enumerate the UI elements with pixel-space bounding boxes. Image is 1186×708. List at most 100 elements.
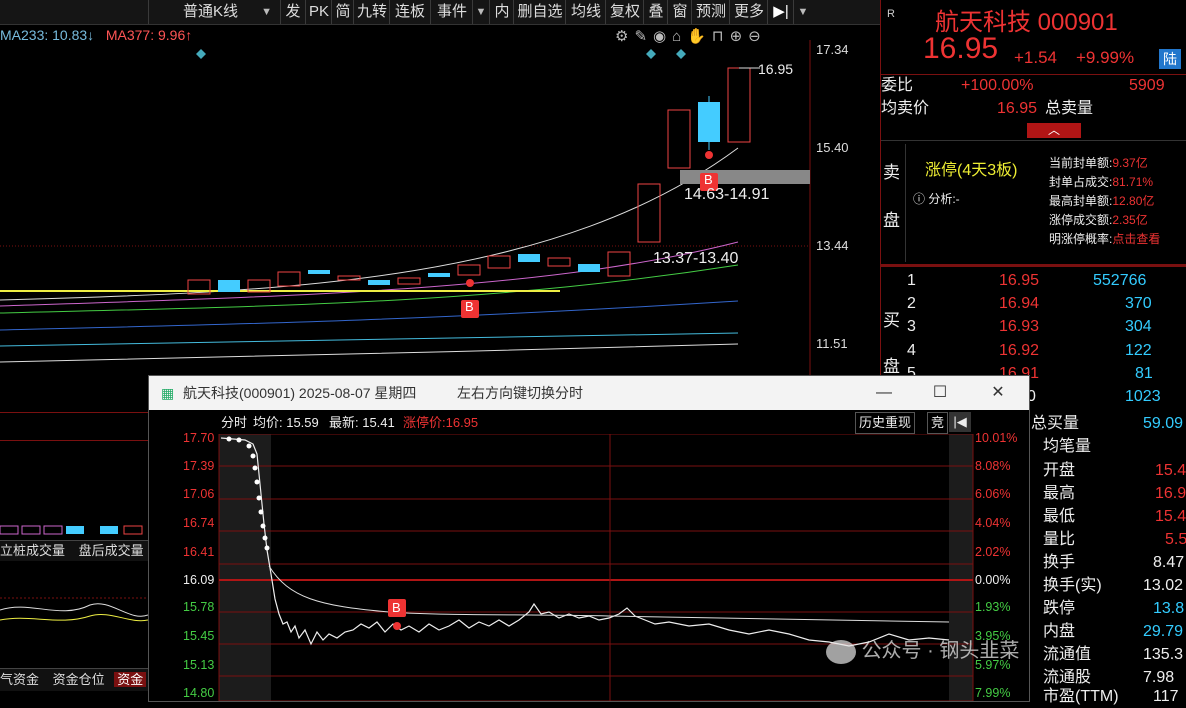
kline-chart[interactable] [0,40,880,375]
stat-label: 最低 [1043,508,1076,525]
volume-bars [0,525,143,535]
toolbar-btn-die[interactable]: 叠 [643,0,668,24]
tab-fund-position[interactable]: 资金仓位 [53,672,105,687]
diamond-marker [196,49,206,59]
avg-line [268,565,950,623]
limit-price-label: 涨停价:16.95 [403,415,479,430]
seal-stat-link[interactable]: 点击查看 [1112,232,1160,246]
stat-label: 总买量 [1031,415,1080,432]
toolbar-btn-fa[interactable]: 发 [280,0,305,24]
toolbar-btn-yuce[interactable]: 预测 [691,0,730,24]
minimize-icon[interactable]: — [861,376,907,410]
chevron-down-icon[interactable]: ▼ [472,0,489,24]
fenshi-label: 分时 [221,415,248,430]
stat-label: 最高 [1043,485,1076,502]
limit-zone-bar [680,170,810,184]
stat-label: 均笔量 [1043,438,1092,455]
intraday-price-axis: 17.70 [183,431,215,445]
ma-line-5 [0,147,739,301]
stock-change-pct: +9.99% [1076,48,1135,67]
lu-badge: 陆 [1159,49,1181,69]
watermark: 公众号 · 钢头韭菜 [826,634,1019,664]
auction-button[interactable]: 竞 [927,412,949,434]
seal-stat-key: 涨停成交额: [1049,213,1113,227]
price-axis-label: 15.40 [816,140,849,155]
toolbar-btn-shijian[interactable]: 事件 [430,0,473,24]
intraday-price-axis: 15.45 [183,629,215,643]
fund-tabs: 气资金 资金仓位 资金 [0,668,148,691]
toolbar-btn-ma[interactable]: 均线 [565,0,606,24]
toolbar-btn-jian[interactable]: 简 [331,0,354,24]
zone-label-1: 14.63-14.91 [684,186,770,203]
chevron-down-icon: ▼ [261,6,272,18]
stat-label: 流通值 [1043,646,1092,663]
stat-label: 换手(实) [1043,577,1102,594]
intraday-pct-axis: 2.02% [975,545,1011,559]
stat-value: 16.9 [1155,485,1186,502]
toolbar-btn-pk[interactable]: PK [305,0,332,24]
skip-back-icon[interactable]: |◀ [949,412,971,432]
price-axis-label: 11.51 [816,336,848,351]
volume-tabs: 立桩成交量 盘后成交量 [0,540,148,561]
tab-afterhours-volume[interactable]: 盘后成交量 [79,543,144,558]
ma-line-blue [0,300,739,331]
weibi-value: +100.00% [961,77,1034,94]
last-price-label: 最新: 15.41 [329,415,395,430]
stat-label: 市盈(TTM) [1043,688,1119,705]
stat-value: 13.02 [1143,577,1184,594]
history-replay-button[interactable]: 历史重现 [855,412,916,434]
tab-fund-3[interactable]: 资金 [114,672,147,687]
price-axis-label: 17.34 [816,42,849,57]
kline-type-label: 普通K线 [183,3,239,20]
toolbar-btn-delete-watchlist[interactable]: 删自选 [513,0,566,24]
zone-label-2: 13.37-13.40 [653,250,739,267]
chevron-down-icon[interactable]: ▼ [793,0,812,24]
ma-line-green [0,264,739,314]
maximize-icon[interactable]: ☐ [917,376,963,410]
ma-line-white [0,343,739,363]
intraday-pct-axis: 7.99% [975,686,1011,700]
total-ask-label: 总卖量 [1045,100,1094,117]
stat-value: 117 [1153,688,1179,705]
tab-lizhuang-volume[interactable]: 立桩成交量 [0,543,65,558]
stat-value: 135.3 [1143,646,1184,663]
stat-label: 开盘 [1043,462,1076,479]
stat-value: 15.4 [1155,462,1186,479]
high-price-label: 16.95 [758,61,794,77]
intraday-price-axis: 16.41 [183,545,215,559]
collapse-up-icon[interactable]: ︿ [1027,123,1081,138]
app-icon: ▦ [161,385,175,401]
intraday-price-axis: 14.80 [183,686,215,700]
toolbar-btn-jiuzhuan[interactable]: 九转 [353,0,390,24]
stat-value: 8.47 [1153,554,1185,571]
toolbar-btn-lianban[interactable]: 连板 [389,0,430,24]
stat-value: 59.09 [1143,415,1184,432]
intraday-pct-axis: 1.93% [975,600,1011,614]
buy-dot [705,151,713,159]
close-icon[interactable]: ✕ [975,376,1021,410]
intraday-price-axis: 16.09 [183,573,215,587]
tab-fund-1[interactable]: 气资金 [0,672,39,687]
indicator-lines [0,597,148,622]
seal-stat-value: 2.35亿 [1112,213,1148,227]
buy-dot [466,279,474,287]
toolbar-btn-fuquan[interactable]: 复权 [605,0,644,24]
stat-label: 跌停 [1043,600,1076,617]
stock-change: +1.54 [1014,48,1058,67]
seal-stat-value: 81.71% [1112,175,1154,189]
popup-hint: 左右方向键切换分时 [457,385,583,401]
stat-label: 换手 [1043,554,1076,571]
toolbar-btn-more[interactable]: 更多 [729,0,768,24]
r-badge: R [887,8,895,20]
stat-value: 13.8 [1153,600,1185,617]
sell-side-label-1: 卖 [883,163,900,182]
kline-type-select[interactable]: 普通K线 ▼ [148,0,278,24]
toolbar-btn-nei[interactable]: 内 [489,0,514,24]
popup-titlebar[interactable]: ▦ 航天科技(000901) 2025-08-07 星期四 左右方向键切换分时 … [149,376,1029,410]
wechat-icon [826,639,856,664]
toolbar-btn-window[interactable]: 窗 [667,0,692,24]
analysis-label: ⓘ 分析:- [913,192,960,206]
avg-price-label: 均价: 15.59 [253,415,319,430]
collapse-right-icon[interactable]: ▶| [767,0,794,24]
seal-stats: 当前封单额:9.37亿 封单占成交:81.71% 最高封单额:12.80亿 涨停… [1049,154,1160,249]
